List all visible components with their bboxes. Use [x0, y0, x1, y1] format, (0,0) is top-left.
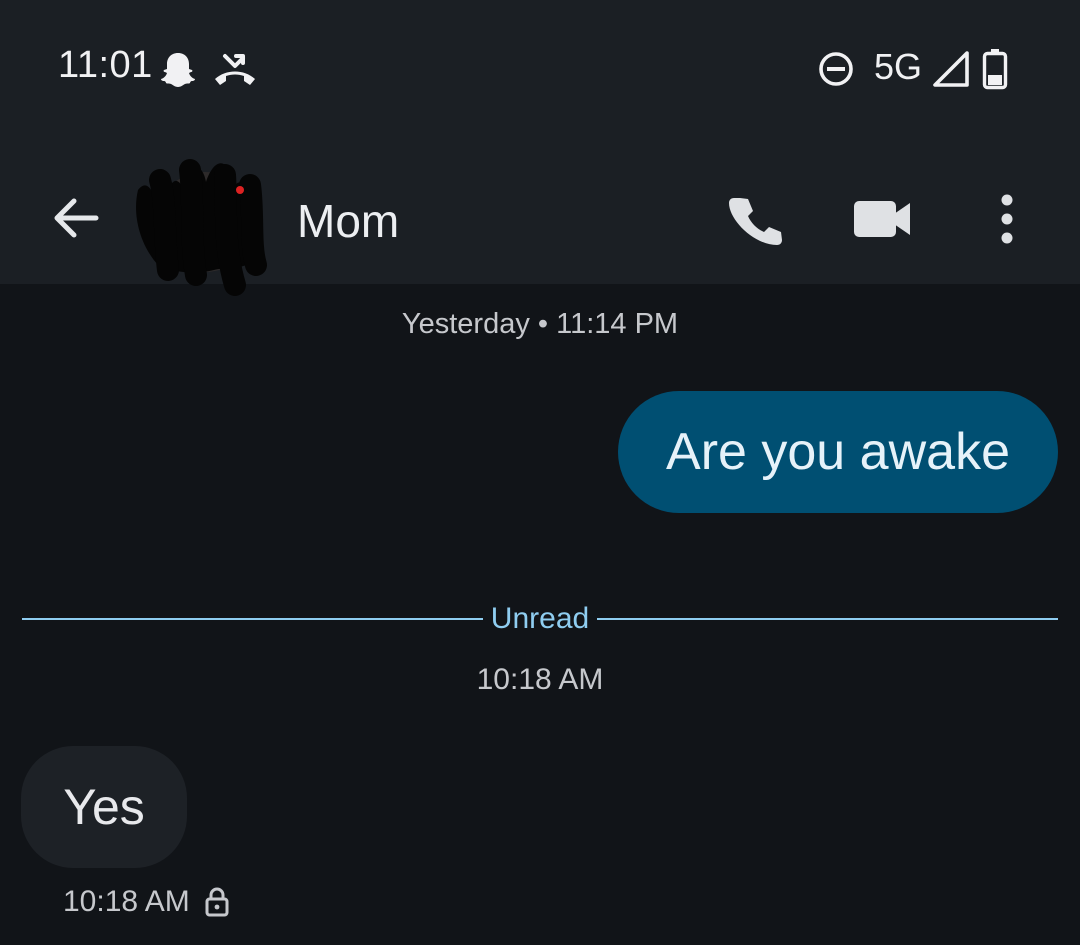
status-clock: 11:01 — [58, 44, 153, 86]
contact-avatar[interactable] — [130, 150, 280, 300]
incoming-message-time: 10:18 AM — [63, 885, 190, 918]
app-bar: Mom — [0, 140, 1080, 296]
video-camera-icon[interactable] — [848, 184, 918, 254]
incoming-message-meta: 10:18 AM — [63, 882, 230, 922]
contact-name[interactable]: Mom — [297, 194, 399, 248]
day-timestamp: Yesterday • 11:14 PM — [401, 308, 679, 340]
unread-divider-line-left — [22, 618, 483, 620]
missed-call-icon — [215, 54, 255, 85]
snapchat-ghost-icon — [161, 53, 195, 87]
incoming-message-bubble[interactable]: Yes — [21, 746, 187, 868]
status-bar: 11:01 5G — [0, 0, 1080, 140]
do-not-disturb-icon — [819, 52, 853, 86]
signal-icon — [933, 51, 969, 87]
outgoing-message-text: Are you awake — [666, 423, 1010, 481]
unread-divider: Unread — [22, 596, 1058, 642]
back-arrow-icon[interactable] — [44, 186, 108, 250]
outgoing-message-bubble[interactable]: Are you awake — [618, 391, 1058, 513]
phone-icon[interactable] — [720, 184, 790, 254]
unread-divider-line-right — [597, 618, 1058, 620]
message-timestamp: 10:18 AM — [476, 663, 604, 696]
more-vert-icon[interactable] — [972, 184, 1042, 254]
lock-icon — [205, 887, 229, 917]
top-bar: 11:01 5G Mom — [0, 0, 1080, 296]
network-type-label: 5G — [874, 46, 923, 87]
incoming-message-text: Yes — [63, 779, 145, 835]
battery-icon — [982, 49, 1008, 90]
unread-label: Unread — [490, 602, 590, 635]
